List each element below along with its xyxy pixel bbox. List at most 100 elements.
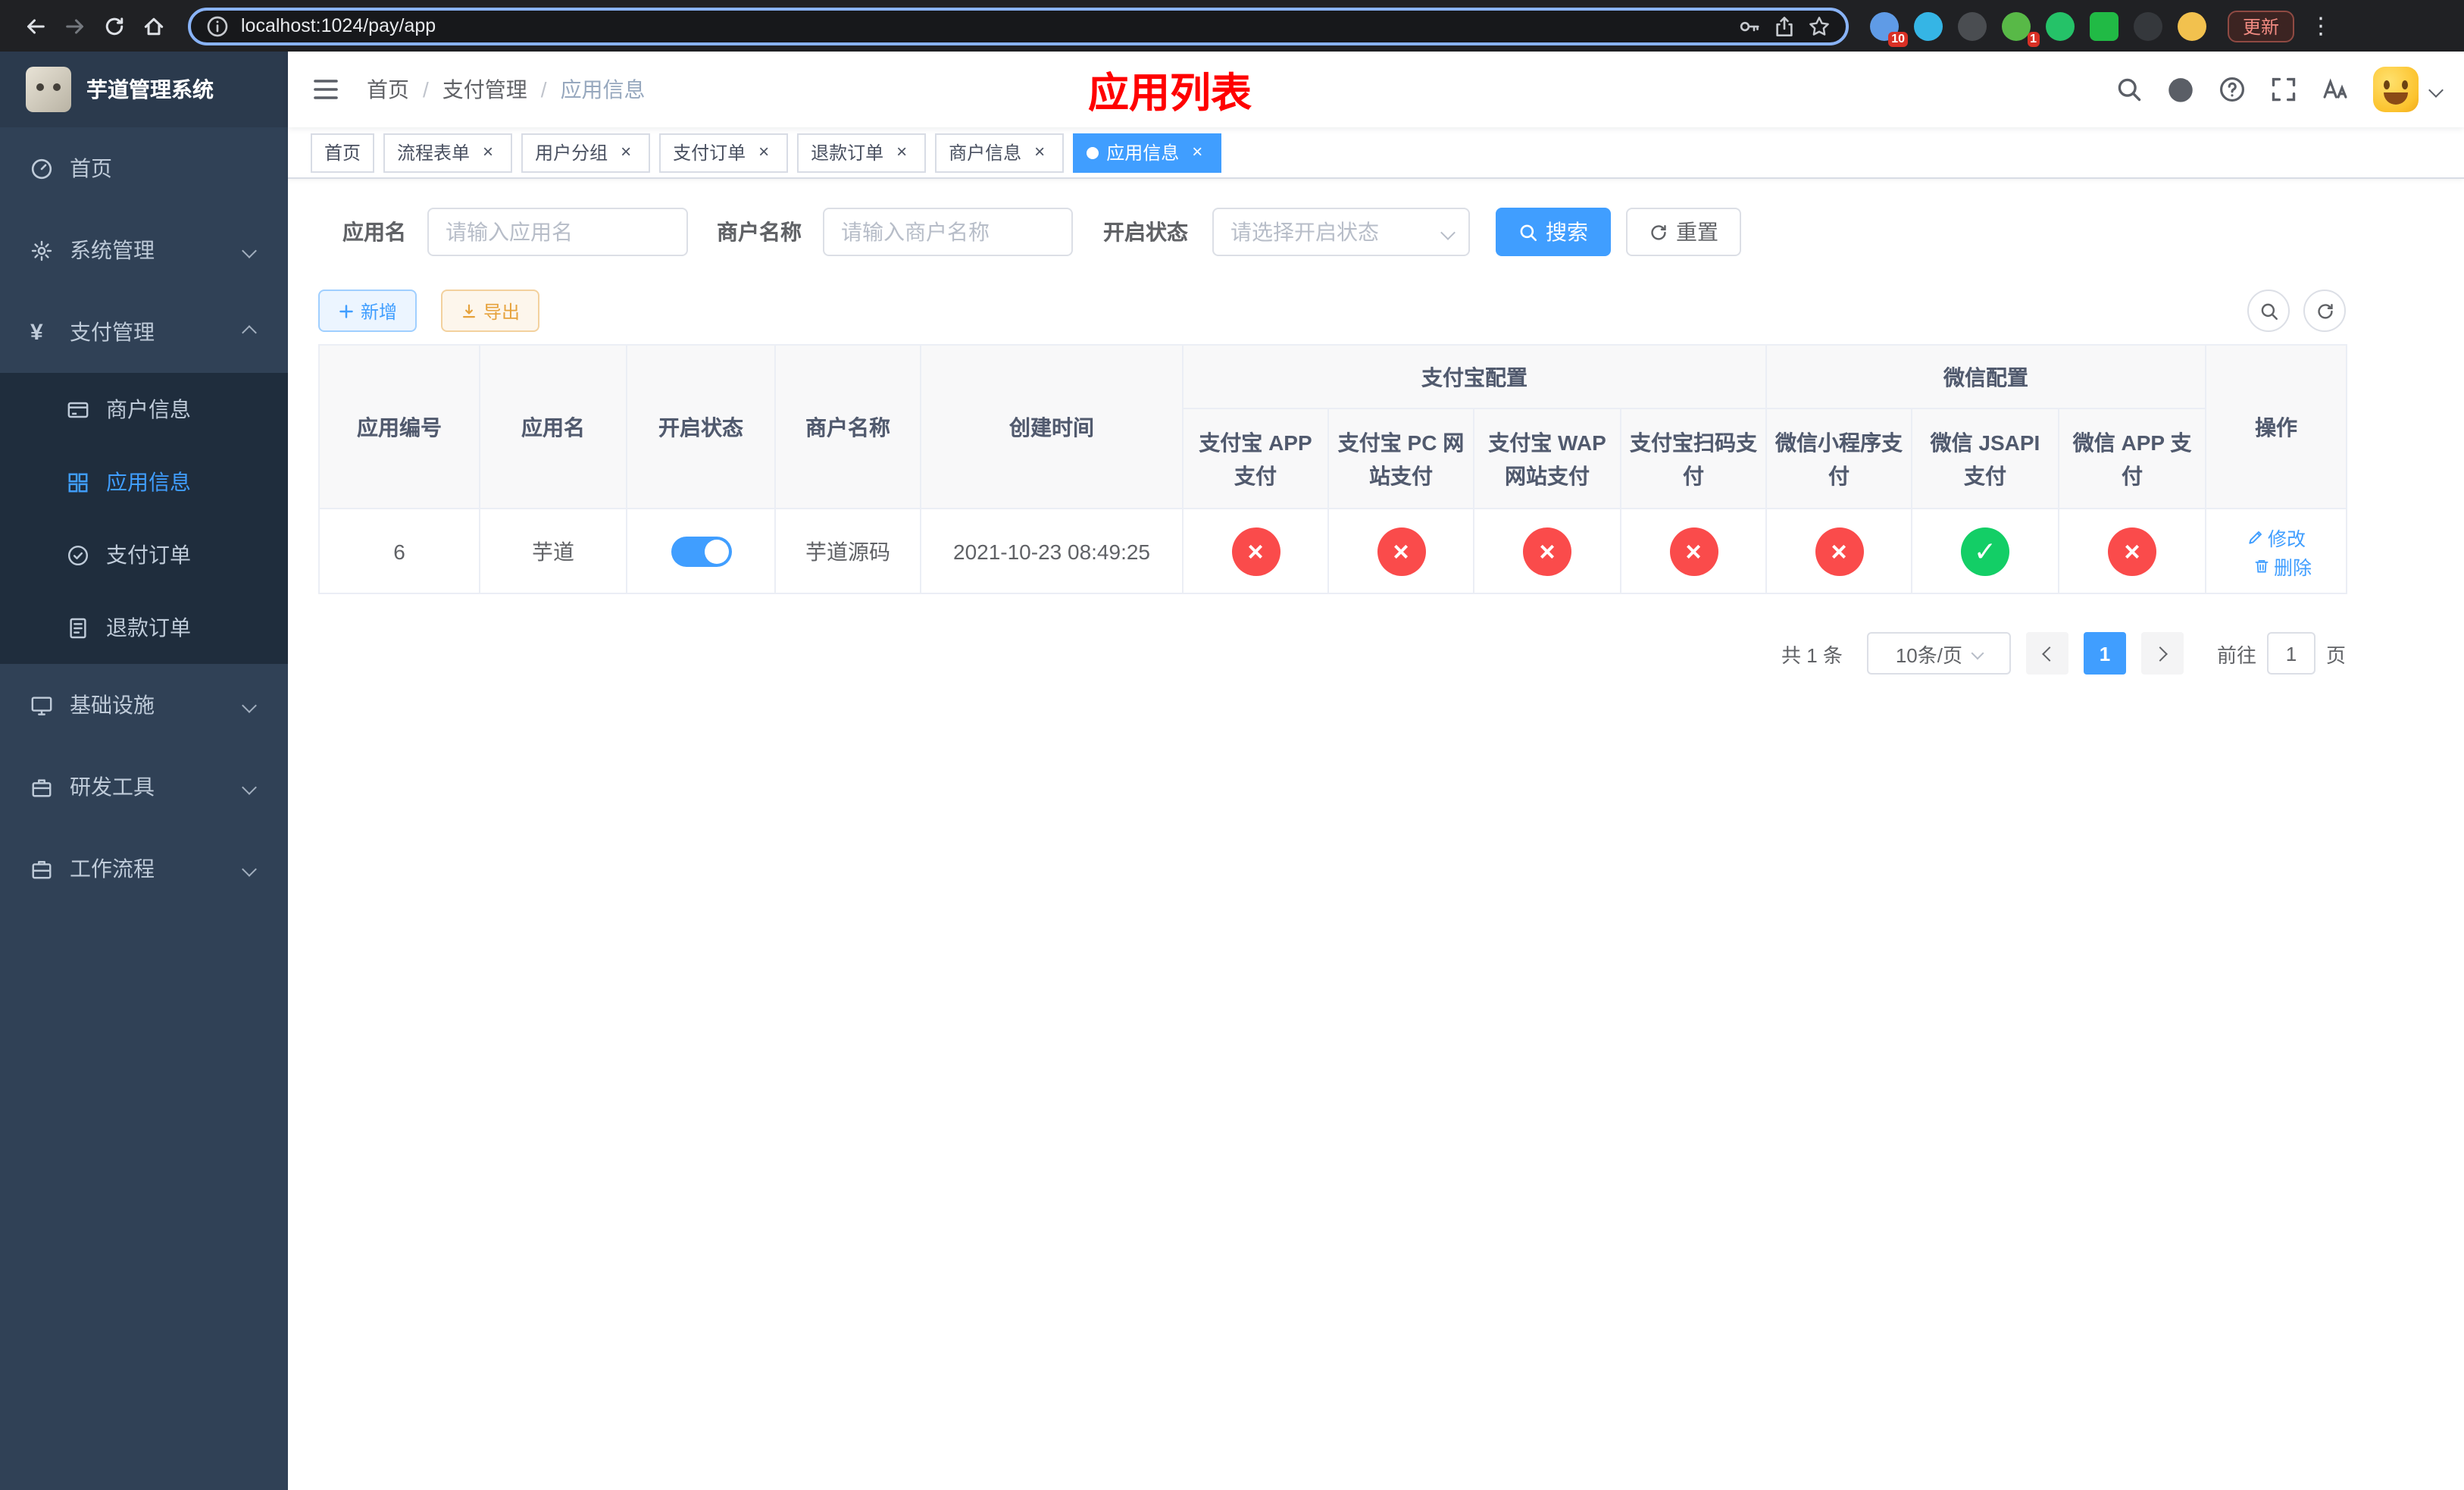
sidebar-item-workflow[interactable]: 工作流程	[0, 828, 288, 909]
merchant-name-input[interactable]	[823, 208, 1073, 256]
sidebar-item-label: 支付订单	[106, 543, 191, 567]
extension-icon-1[interactable]: 10	[1870, 11, 1908, 46]
sidebar-menu: 首页 系统管理 ¥ 支付管理 商户信息 应用信息 支付订单 退款订单 基础设施 …	[0, 127, 288, 909]
chevron-right-icon	[2153, 646, 2168, 661]
tag-refund-order[interactable]: 退款订单 ×	[797, 133, 927, 172]
col-app-id: 应用编号	[318, 344, 480, 509]
tag-label: 退款订单	[811, 142, 884, 164]
search-icon[interactable]	[2115, 76, 2143, 103]
fullscreen-icon[interactable]	[2270, 76, 2297, 103]
extension-icon-2[interactable]	[1914, 11, 1943, 40]
briefcase-icon	[30, 857, 70, 880]
reset-button-label: 重置	[1676, 220, 1718, 244]
prev-page-button[interactable]	[2025, 632, 2068, 675]
sidebar-item-devtools[interactable]: 研发工具	[0, 746, 288, 828]
extension-icon-4[interactable]: 1	[2002, 11, 2040, 46]
cell-status	[626, 508, 776, 594]
yen-icon: ¥	[30, 319, 43, 345]
table-toolbar: 新增 导出	[318, 290, 2346, 332]
page-size-value: 10条/页	[1895, 643, 1962, 666]
tag-app-info[interactable]: 应用信息 ×	[1073, 133, 1222, 172]
close-icon[interactable]: ×	[1187, 141, 1208, 163]
close-icon[interactable]: ×	[615, 141, 636, 163]
app-name-input[interactable]	[427, 208, 688, 256]
next-page-button[interactable]	[2140, 632, 2184, 675]
alipay-wap-status-icon: ×	[1523, 527, 1571, 575]
url-text[interactable]: localhost:1024/pay/app	[241, 15, 1726, 36]
sidebar-item-refund-order[interactable]: 退款订单	[0, 591, 288, 664]
sidebar-item-system[interactable]: 系统管理	[0, 209, 288, 291]
extension-icon-3[interactable]	[1958, 11, 1987, 40]
sidebar-item-pay[interactable]: ¥ 支付管理	[0, 291, 288, 373]
document-icon	[67, 616, 106, 639]
alipay-pc-status-icon: ×	[1377, 527, 1425, 575]
col-group-wechat: 微信配置	[1765, 344, 2207, 409]
export-button[interactable]: 导出	[441, 290, 540, 332]
goto-page-input[interactable]	[2266, 632, 2315, 675]
col-alipay-app: 支付宝 APP 支付	[1182, 408, 1329, 509]
tag-pay-order[interactable]: 支付订单 ×	[659, 133, 789, 172]
edit-link[interactable]: 修改	[2247, 522, 2306, 551]
tag-user-group[interactable]: 用户分组 ×	[521, 133, 651, 172]
home-icon[interactable]	[133, 6, 173, 45]
extension-icon-5[interactable]	[2046, 11, 2075, 40]
extension-icon-6[interactable]	[2090, 11, 2118, 40]
forward-icon[interactable]	[55, 6, 94, 45]
tag-label: 流程表单	[397, 142, 471, 164]
browser-menu-icon[interactable]: ⋮	[2309, 12, 2332, 39]
chevron-down-icon	[1971, 646, 1984, 660]
key-icon[interactable]	[1738, 14, 1761, 37]
logo-avatar	[26, 67, 71, 112]
gear-icon	[30, 239, 70, 261]
profile-avatar-icon[interactable]	[2178, 11, 2206, 40]
hamburger-icon[interactable]	[311, 74, 341, 105]
close-icon[interactable]: ×	[753, 141, 774, 163]
tag-merchant-info[interactable]: 商户信息 ×	[935, 133, 1065, 172]
close-icon[interactable]: ×	[891, 141, 912, 163]
add-button-label: 新增	[361, 301, 398, 322]
status-toggle[interactable]	[671, 536, 731, 566]
chevron-down-icon	[242, 243, 257, 258]
page-size-select[interactable]: 10条/页	[1866, 632, 2011, 675]
sidebar-item-app-info[interactable]: 应用信息	[0, 446, 288, 518]
sidebar-item-label: 系统管理	[70, 238, 155, 262]
bookmark-star-icon[interactable]	[1808, 14, 1831, 37]
tag-label: 商户信息	[949, 142, 1022, 164]
close-icon[interactable]: ×	[477, 141, 499, 163]
breadcrumb-separator: /	[423, 77, 429, 102]
chrome-update-button[interactable]: 更新	[2228, 10, 2295, 42]
tag-home[interactable]: 首页	[311, 133, 375, 172]
toggle-search-button[interactable]	[2247, 290, 2290, 332]
font-size-icon[interactable]	[2322, 76, 2349, 103]
url-bar[interactable]: localhost:1024/pay/app	[188, 7, 1849, 45]
add-button[interactable]: 新增	[318, 290, 417, 332]
reload-icon[interactable]	[94, 6, 133, 45]
sidebar-item-home[interactable]: 首页	[0, 127, 288, 209]
sidebar-item-merchant-info[interactable]: 商户信息	[0, 373, 288, 446]
chevron-down-icon	[242, 779, 257, 794]
page-button-1[interactable]: 1	[2083, 632, 2126, 675]
user-menu[interactable]	[2373, 67, 2444, 112]
help-icon[interactable]	[2219, 76, 2246, 103]
search-button[interactable]: 搜索	[1496, 208, 1611, 256]
status-select[interactable]: 请选择开启状态	[1212, 208, 1470, 256]
refresh-button[interactable]	[2303, 290, 2346, 332]
col-wechat-app: 微信 APP 支付	[2057, 408, 2207, 509]
close-icon[interactable]: ×	[1029, 141, 1050, 163]
breadcrumb-pay[interactable]: 支付管理	[442, 74, 527, 105]
sidebar-item-pay-order[interactable]: 支付订单	[0, 518, 288, 591]
pagination-total: 共 1 条	[1781, 643, 1843, 666]
sidebar-item-infra[interactable]: 基础设施	[0, 664, 288, 746]
tag-process-form[interactable]: 流程表单 ×	[383, 133, 513, 172]
back-icon[interactable]	[15, 6, 55, 45]
breadcrumb-home[interactable]: 首页	[367, 74, 409, 105]
extension-icon-7[interactable]	[2134, 11, 2162, 40]
info-icon[interactable]	[206, 14, 229, 37]
github-icon[interactable]	[2167, 76, 2194, 103]
goto-page: 前往 页	[2217, 632, 2346, 675]
share-icon[interactable]	[1773, 14, 1796, 37]
delete-link[interactable]: 删除	[2253, 551, 2312, 580]
user-avatar[interactable]	[2373, 67, 2419, 112]
reset-button[interactable]: 重置	[1626, 208, 1741, 256]
tags-view-bar: 首页 流程表单 × 用户分组 × 支付订单 × 退款订单 × 商户信息 × 应用信息 ×	[288, 127, 2464, 179]
